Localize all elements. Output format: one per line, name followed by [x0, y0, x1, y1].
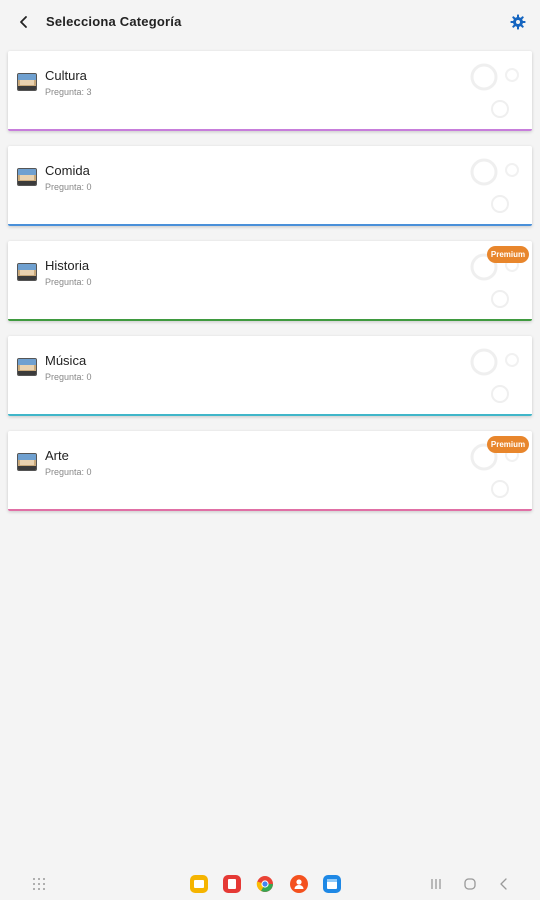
- decorative-circles-icon: [470, 63, 519, 118]
- question-count: Pregunta: 3: [45, 87, 92, 97]
- category-image-icon: [17, 263, 37, 281]
- category-name: Música: [45, 353, 87, 368]
- app-bar: Selecciona Categoría: [0, 0, 540, 44]
- category-card-comida[interactable]: Comida Pregunta: 0: [8, 146, 532, 226]
- decorative-circles-icon: [470, 348, 519, 403]
- page-title: Selecciona Categoría: [46, 14, 182, 29]
- notes-app-icon[interactable]: [223, 875, 241, 893]
- category-color-bar: [8, 319, 532, 321]
- category-image-icon: [17, 453, 37, 471]
- system-taskbar: [0, 866, 540, 900]
- category-color-bar: [8, 129, 532, 131]
- category-name: Cultura: [45, 68, 87, 83]
- category-color-bar: [8, 224, 532, 226]
- decorative-circles-icon: [470, 158, 519, 213]
- category-image-icon: [17, 73, 37, 91]
- contacts-app-icon[interactable]: [290, 875, 308, 893]
- gear-icon[interactable]: [508, 12, 528, 32]
- apps-grid-icon[interactable]: [30, 875, 48, 893]
- category-name: Historia: [45, 258, 90, 273]
- category-card-historia[interactable]: Historia Pregunta: 0 Premium: [8, 241, 532, 321]
- question-count: Pregunta: 0: [45, 182, 92, 192]
- category-list: Cultura Pregunta: 3 Comida Pregunta: 0 H…: [8, 51, 532, 526]
- home-icon[interactable]: [461, 875, 479, 893]
- category-image-icon: [17, 358, 37, 376]
- category-name: Comida: [45, 163, 90, 178]
- folder-app-icon[interactable]: [190, 875, 208, 893]
- category-name: Arte: [45, 448, 69, 463]
- chrome-app-icon[interactable]: [256, 875, 274, 893]
- calendar-app-icon[interactable]: [323, 875, 341, 893]
- question-count: Pregunta: 0: [45, 372, 92, 382]
- recents-icon[interactable]: [427, 875, 445, 893]
- question-count: Pregunta: 0: [45, 467, 92, 477]
- question-count: Pregunta: 0: [45, 277, 92, 287]
- category-color-bar: [8, 414, 532, 416]
- category-color-bar: [8, 509, 532, 511]
- category-card-cultura[interactable]: Cultura Pregunta: 3: [8, 51, 532, 131]
- category-card-musica[interactable]: Música Pregunta: 0: [8, 336, 532, 416]
- back-arrow-icon[interactable]: [14, 12, 34, 32]
- category-card-arte[interactable]: Arte Pregunta: 0 Premium: [8, 431, 532, 511]
- category-image-icon: [17, 168, 37, 186]
- back-icon[interactable]: [495, 875, 513, 893]
- premium-badge: Premium: [487, 246, 529, 263]
- premium-badge: Premium: [487, 436, 529, 453]
